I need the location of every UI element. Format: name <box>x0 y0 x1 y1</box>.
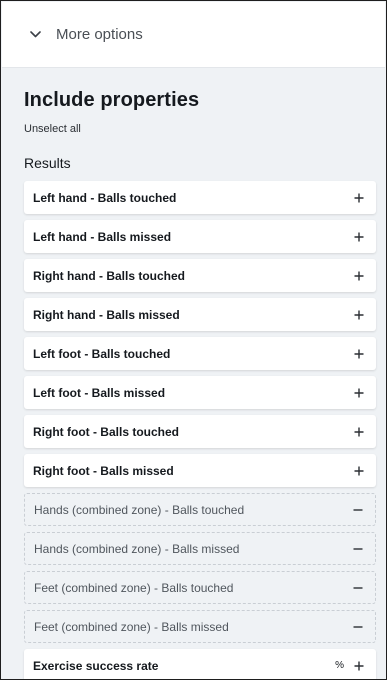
add-icon[interactable] <box>354 193 364 203</box>
include-properties-panel: Include properties Unselect all Results … <box>2 69 385 679</box>
property-label: Left hand - Balls touched <box>33 190 177 205</box>
more-options-label: More options <box>56 26 143 43</box>
property-label: Right hand - Balls touched <box>33 268 185 283</box>
more-options-toggle[interactable]: More options <box>2 2 385 68</box>
property-row[interactable]: Hands (combined zone) - Balls missed <box>24 532 376 565</box>
property-label: Left hand - Balls missed <box>33 229 172 244</box>
property-row[interactable]: Right foot - Balls missed <box>24 454 376 487</box>
property-row[interactable]: Right foot - Balls touched <box>24 415 376 448</box>
property-row[interactable]: Left hand - Balls missed <box>24 220 376 253</box>
property-label: Right foot - Balls touched <box>33 424 179 439</box>
remove-icon[interactable] <box>353 544 363 554</box>
property-label: Right foot - Balls missed <box>33 463 174 478</box>
property-row[interactable]: Left hand - Balls touched <box>24 181 376 214</box>
property-row[interactable]: Feet (combined zone) - Balls missed <box>24 610 376 643</box>
property-label: Right hand - Balls missed <box>33 307 180 322</box>
property-row[interactable]: Feet (combined zone) - Balls touched <box>24 571 376 604</box>
add-icon[interactable] <box>354 349 364 359</box>
property-row[interactable]: Right hand - Balls touched <box>24 259 376 292</box>
add-icon[interactable] <box>354 271 364 281</box>
include-properties-heading: Include properties <box>24 89 200 111</box>
remove-icon[interactable] <box>353 622 363 632</box>
add-icon[interactable] <box>354 661 364 671</box>
property-row[interactable]: Right hand - Balls missed <box>24 298 376 331</box>
property-row[interactable]: Hands (combined zone) - Balls touched <box>24 493 376 526</box>
add-icon[interactable] <box>354 466 364 476</box>
add-icon[interactable] <box>354 388 364 398</box>
remove-icon[interactable] <box>353 505 363 515</box>
property-label: Exercise success rate <box>33 658 159 673</box>
property-label: Feet (combined zone) - Balls touched <box>34 580 234 595</box>
remove-icon[interactable] <box>353 583 363 593</box>
property-row[interactable]: Left foot - Balls touched <box>24 337 376 370</box>
property-row[interactable]: Left foot - Balls missed <box>24 376 376 409</box>
property-label: Left foot - Balls touched <box>33 346 171 361</box>
property-label: Left foot - Balls missed <box>33 385 166 400</box>
property-label: Feet (combined zone) - Balls missed <box>34 619 229 634</box>
add-icon[interactable] <box>354 427 364 437</box>
unselect-all-link[interactable]: Unselect all <box>24 123 81 135</box>
chevron-down-icon <box>29 28 42 41</box>
percent-unit: % <box>335 660 344 671</box>
property-label: Hands (combined zone) - Balls missed <box>34 541 240 556</box>
property-label: Hands (combined zone) - Balls touched <box>34 502 245 517</box>
add-icon[interactable] <box>354 310 364 320</box>
results-section-label: Results <box>24 155 71 171</box>
add-icon[interactable] <box>354 232 364 242</box>
properties-frame: More options Include properties Unselect… <box>0 0 387 680</box>
property-row[interactable]: Exercise success rate % <box>24 649 376 679</box>
